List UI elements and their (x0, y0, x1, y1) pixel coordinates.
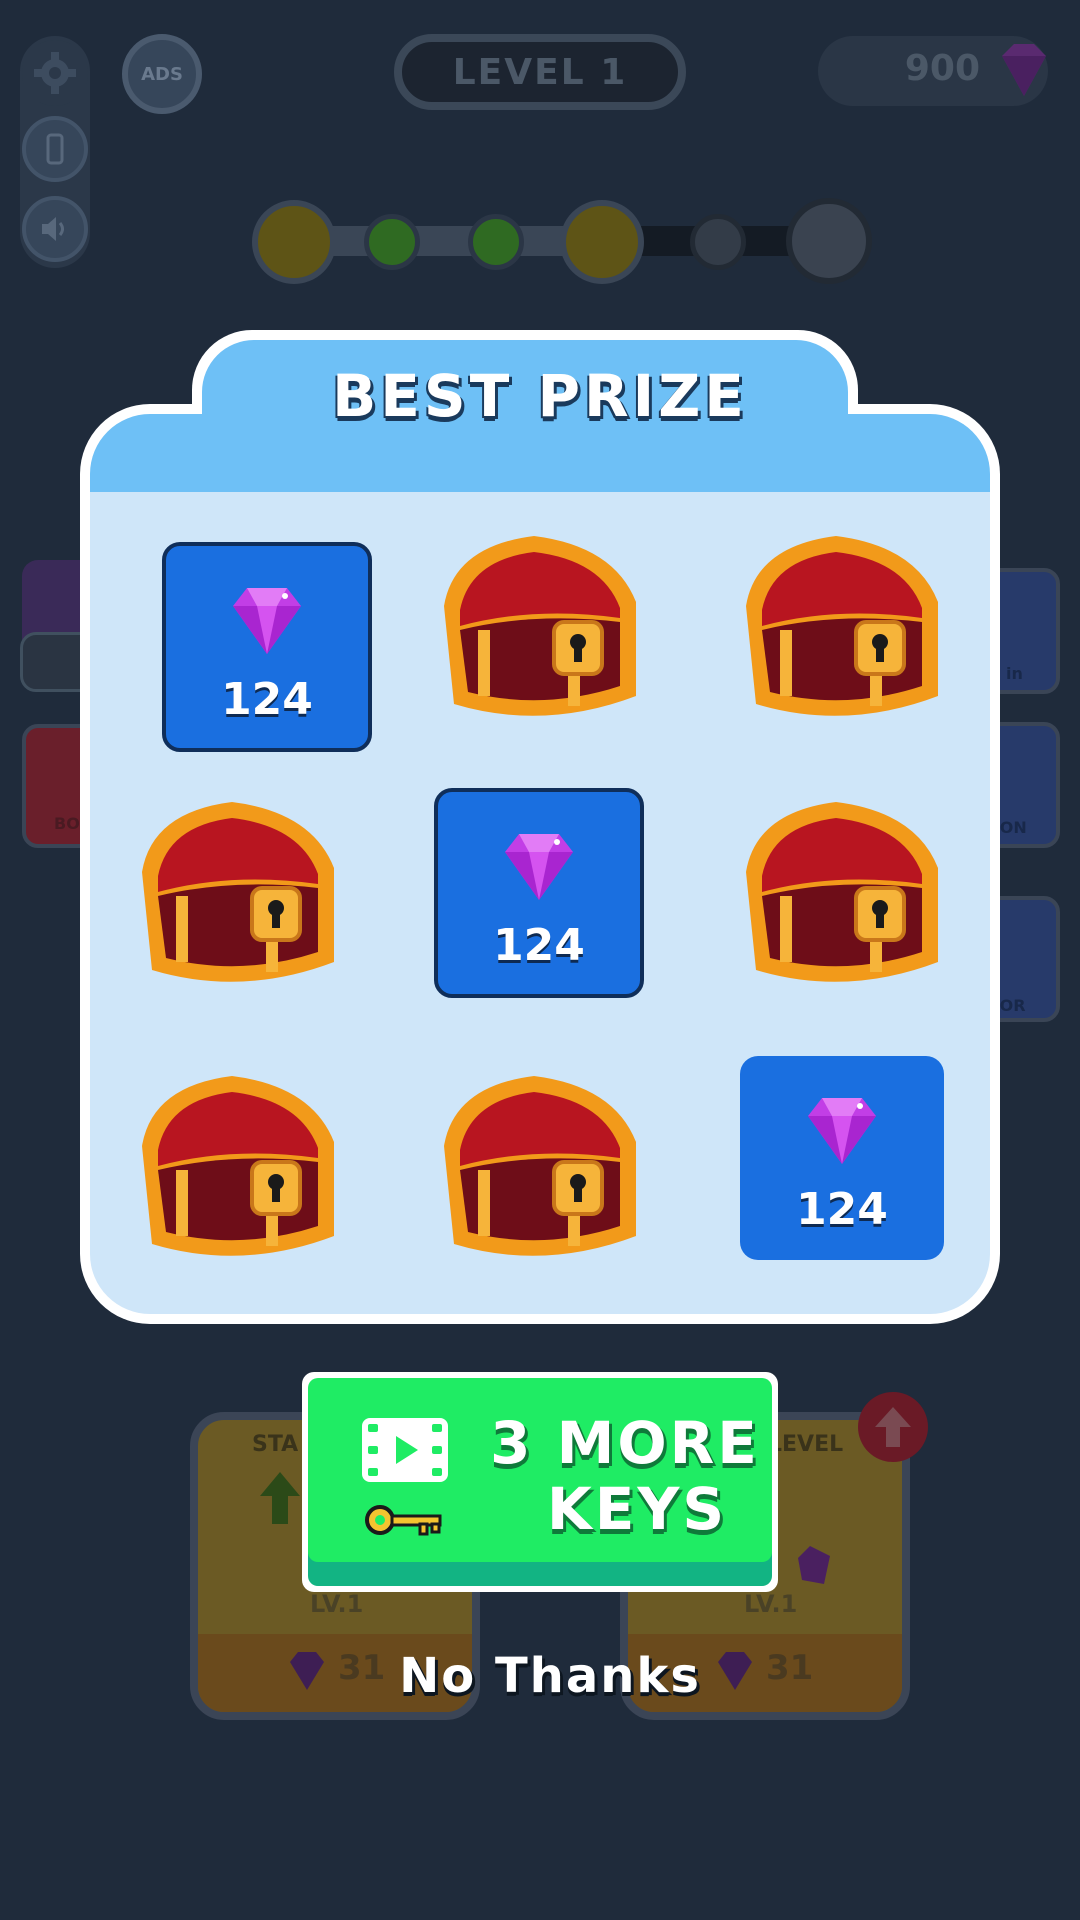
treasure-chest-icon[interactable] (122, 1066, 352, 1276)
gem-balance-count: 900 (904, 48, 980, 89)
no-ads-label: ADS (141, 63, 183, 85)
arrow-up-icon (875, 1407, 911, 1447)
treasure-chest-icon[interactable] (726, 792, 956, 1002)
prize-gem-tile[interactable]: 124 (740, 1056, 944, 1260)
more-keys-label-line1: 3 MORE (490, 1409, 760, 1477)
progress-node-current (560, 200, 644, 284)
upgrade-card-level: LV.1 (744, 1590, 798, 1618)
upgrade-card-title: STA (252, 1432, 299, 1457)
key-icon (365, 1505, 442, 1536)
prize-gem-tile[interactable]: 124 (162, 542, 372, 752)
treasure-chest-icon[interactable] (424, 526, 654, 736)
gem-icon (505, 834, 573, 900)
treasure-chest-icon[interactable] (726, 526, 956, 736)
prize-gem-value: 124 (221, 674, 313, 725)
arrow-up-icon (260, 1472, 300, 1524)
sound-icon[interactable] (22, 196, 88, 262)
gem-icon (798, 1546, 830, 1584)
upgrade-card-price: 31 (766, 1648, 814, 1688)
more-keys-label-line2: KEYS (546, 1475, 728, 1543)
modal-title: BEST PRIZE (332, 362, 748, 430)
progress-node (690, 214, 746, 270)
progress-node (252, 200, 336, 284)
prize-gem-value: 124 (493, 920, 585, 971)
vibration-icon[interactable] (22, 116, 88, 182)
treasure-chest-icon[interactable] (424, 1066, 654, 1276)
prize-gem-value: 124 (796, 1184, 888, 1235)
level-label: LEVEL 1 (452, 51, 628, 93)
prize-gem-tile[interactable]: 124 (434, 788, 644, 998)
no-thanks-button[interactable]: No Thanks (330, 1648, 770, 1704)
level-indicator: LEVEL 1 (394, 34, 686, 110)
upgrade-card-level: LV.1 (310, 1590, 364, 1618)
upgrade-card-title: LEVEL (768, 1432, 844, 1457)
progress-node (364, 214, 420, 270)
no-ads-button[interactable]: ADS (122, 34, 202, 114)
gem-icon (233, 588, 301, 654)
upgrade-available-badge (858, 1392, 928, 1462)
gem-icon (808, 1098, 876, 1164)
progress-node-boss (786, 198, 872, 284)
treasure-chest-icon[interactable] (122, 792, 352, 1002)
video-play-icon (362, 1418, 448, 1482)
more-keys-label: 3 MORE KEYS (480, 1410, 770, 1542)
settings-gear-icon[interactable] (22, 40, 88, 106)
gem-icon (1002, 44, 1046, 96)
gem-icon (290, 1652, 324, 1690)
progress-node (468, 214, 524, 270)
side-tile-label: BO (54, 814, 80, 833)
side-tile-label: in (1006, 664, 1023, 683)
